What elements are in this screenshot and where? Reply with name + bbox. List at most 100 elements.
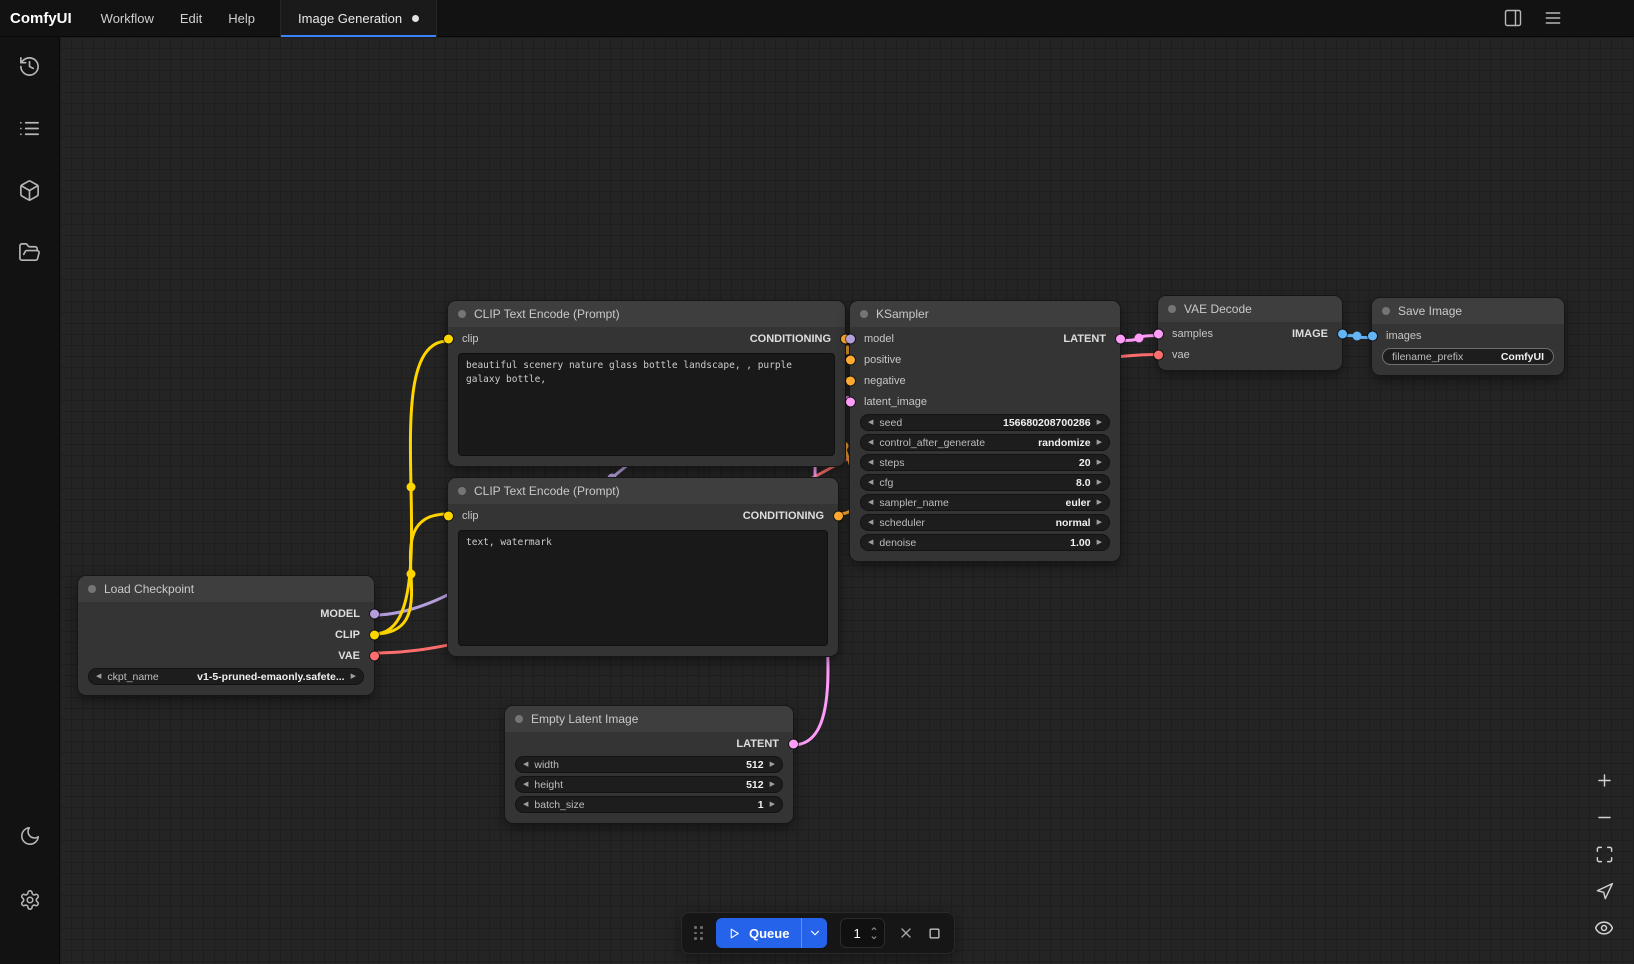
input-slot-negative[interactable] [846, 376, 855, 385]
decrement-arrow-icon[interactable] [523, 801, 528, 808]
increment-arrow-icon[interactable] [770, 781, 775, 788]
node-ksampler[interactable]: KSampler model LATENT positive negative … [850, 301, 1120, 561]
clear-queue-icon[interactable] [898, 925, 914, 941]
node-save-image[interactable]: Save Image images filename_prefix ComfyU… [1372, 298, 1564, 375]
collapse-dot[interactable] [458, 487, 466, 495]
widget-scheduler[interactable]: scheduler normal [860, 514, 1110, 531]
model-library-cube-icon[interactable] [18, 178, 42, 202]
decrement-arrow-icon[interactable] [868, 499, 873, 506]
widget-width[interactable]: width 512 [515, 756, 783, 773]
drag-handle[interactable] [694, 926, 703, 940]
output-slot-clip[interactable] [370, 630, 379, 639]
stop-icon[interactable] [927, 926, 942, 941]
decrement-arrow-icon[interactable] [868, 459, 873, 466]
increment-arrow-icon[interactable] [1097, 499, 1102, 506]
toggle-visibility-eye-icon[interactable] [1594, 918, 1614, 938]
widget-batch-size[interactable]: batch_size 1 [515, 796, 783, 813]
node-clip-text-encode-negative[interactable]: CLIP Text Encode (Prompt) clip CONDITION… [448, 478, 838, 656]
menu-workflow[interactable]: Workflow [88, 0, 167, 36]
collapse-dot[interactable] [515, 715, 523, 723]
output-slot-vae[interactable] [370, 651, 379, 660]
collapse-dot[interactable] [458, 310, 466, 318]
widget-steps[interactable]: steps 20 [860, 454, 1110, 471]
node-header[interactable]: Empty Latent Image [505, 706, 793, 732]
input-slot-images[interactable] [1368, 331, 1377, 340]
collapse-dot[interactable] [860, 310, 868, 318]
node-vae-decode[interactable]: VAE Decode samples IMAGE vae [1158, 296, 1342, 370]
node-header[interactable]: VAE Decode [1158, 296, 1342, 322]
output-slot-model[interactable] [370, 609, 379, 618]
widget-height[interactable]: height 512 [515, 776, 783, 793]
decrement-arrow-icon[interactable] [868, 519, 873, 526]
node-header[interactable]: CLIP Text Encode (Prompt) [448, 478, 838, 504]
node-empty-latent-image[interactable]: Empty Latent Image LATENT width 512 heig… [505, 706, 793, 823]
increment-arrow-icon[interactable] [1097, 479, 1102, 486]
input-slot-model[interactable] [846, 334, 855, 343]
tab-image-generation[interactable]: Image Generation [280, 0, 437, 37]
batch-count-stepper[interactable]: 1 [840, 918, 885, 948]
input-slot-clip[interactable] [444, 334, 453, 343]
output-slot-image[interactable] [1338, 329, 1347, 338]
pan-mode-icon[interactable] [1594, 881, 1614, 901]
fit-view-icon[interactable] [1594, 844, 1614, 864]
queue-list-icon[interactable] [18, 116, 42, 140]
increment-arrow-icon[interactable] [1097, 419, 1102, 426]
widget-seed[interactable]: seed 156680208700286 [860, 414, 1110, 431]
menu-edit[interactable]: Edit [167, 0, 215, 36]
play-icon [728, 927, 741, 940]
increment-arrow-icon[interactable] [1097, 539, 1102, 546]
increment-arrow-icon[interactable] [770, 761, 775, 768]
output-slot-latent[interactable] [789, 739, 798, 748]
prompt-textarea[interactable]: text, watermark [458, 530, 828, 646]
output-slot-conditioning[interactable] [834, 511, 843, 520]
hamburger-menu-icon[interactable] [1542, 7, 1564, 29]
decrement-arrow-icon[interactable] [868, 439, 873, 446]
widget-cfg[interactable]: cfg 8.0 [860, 474, 1110, 491]
collapse-dot[interactable] [1382, 307, 1390, 315]
input-slot-positive[interactable] [846, 355, 855, 364]
widget-denoise[interactable]: denoise 1.00 [860, 534, 1110, 551]
widget-filename-prefix[interactable]: filename_prefix ComfyUI [1382, 348, 1554, 365]
node-header[interactable]: CLIP Text Encode (Prompt) [448, 301, 845, 327]
collapse-dot[interactable] [1168, 305, 1176, 313]
node-header[interactable]: Save Image [1372, 298, 1564, 324]
widget-ckpt-name[interactable]: ckpt_name v1-5-pruned-emaonly.safete... [88, 668, 364, 685]
decrement-arrow-icon[interactable] [868, 539, 873, 546]
menu-help[interactable]: Help [215, 0, 268, 36]
decrement-arrow-icon[interactable] [96, 673, 101, 680]
increment-arrow-icon[interactable] [1097, 439, 1102, 446]
increment-arrow-icon[interactable] [351, 673, 356, 680]
node-header[interactable]: KSampler [850, 301, 1120, 327]
queue-button[interactable]: Queue [716, 918, 827, 948]
widget-control-after-generate[interactable]: control_after_generate randomize [860, 434, 1110, 451]
increment-arrow-icon[interactable] [1097, 459, 1102, 466]
panel-toggle-icon[interactable] [1502, 7, 1524, 29]
decrement-icon[interactable] [869, 933, 879, 942]
queue-options-chevron[interactable] [801, 918, 827, 948]
theme-moon-icon[interactable] [18, 824, 42, 848]
zoom-in-icon[interactable] [1594, 770, 1614, 790]
increment-arrow-icon[interactable] [770, 801, 775, 808]
node-load-checkpoint[interactable]: Load Checkpoint MODEL CLIP VAE ckpt_name… [78, 576, 374, 695]
input-slot-clip[interactable] [444, 511, 453, 520]
input-slot-samples[interactable] [1154, 329, 1163, 338]
input-slot-latent-image[interactable] [846, 397, 855, 406]
history-icon[interactable] [18, 54, 42, 78]
zoom-out-icon[interactable] [1594, 807, 1614, 827]
decrement-arrow-icon[interactable] [868, 419, 873, 426]
decrement-arrow-icon[interactable] [868, 479, 873, 486]
decrement-arrow-icon[interactable] [523, 781, 528, 788]
node-header[interactable]: Load Checkpoint [78, 576, 374, 602]
input-slot-vae[interactable] [1154, 350, 1163, 359]
output-slot-latent[interactable] [1116, 334, 1125, 343]
collapse-dot[interactable] [88, 585, 96, 593]
increment-arrow-icon[interactable] [1097, 519, 1102, 526]
settings-gear-icon[interactable] [18, 888, 42, 912]
node-clip-text-encode-positive[interactable]: CLIP Text Encode (Prompt) clip CONDITION… [448, 301, 845, 466]
increment-icon[interactable] [869, 924, 879, 933]
workflows-folder-icon[interactable] [18, 240, 42, 264]
prompt-textarea[interactable]: beautiful scenery nature glass bottle la… [458, 353, 835, 456]
node-graph-canvas[interactable] [60, 37, 1634, 964]
decrement-arrow-icon[interactable] [523, 761, 528, 768]
widget-sampler-name[interactable]: sampler_name euler [860, 494, 1110, 511]
